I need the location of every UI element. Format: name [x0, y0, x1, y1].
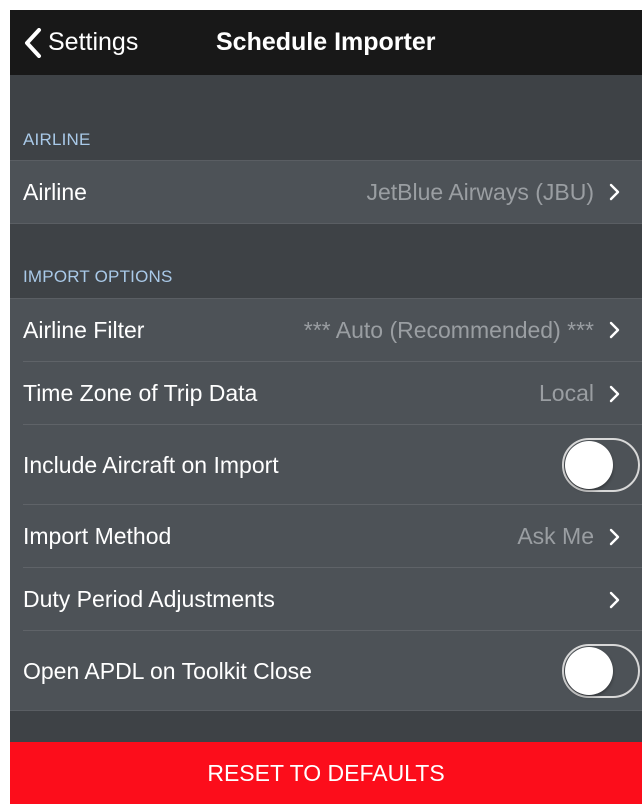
row-duty-period-adjustments[interactable]: Duty Period Adjustments [10, 568, 642, 631]
row-open-apdl: Open APDL on Toolkit Close [10, 631, 642, 711]
toggle-knob [565, 647, 613, 695]
section-header-airline: AIRLINE [23, 130, 91, 149]
row-bottom-border [10, 223, 642, 224]
screen: Settings Schedule Importer AIRLINE Airli… [10, 10, 642, 804]
row-value: *** Auto (Recommended) *** [303, 316, 594, 343]
row-label: Airline Filter [23, 316, 145, 343]
row-top-border [10, 298, 642, 299]
row-label: Duty Period Adjustments [23, 586, 275, 612]
row-label: Open APDL on Toolkit Close [23, 657, 312, 684]
reset-to-defaults-button[interactable]: RESET TO DEFAULTS [10, 742, 642, 804]
toggle-knob [565, 441, 613, 489]
row-airline[interactable]: Airline JetBlue Airways (JBU) [10, 160, 642, 224]
chevron-right-icon [609, 321, 620, 339]
chevron-right-icon [609, 183, 620, 201]
row-airline-filter[interactable]: Airline Filter *** Auto (Recommended) **… [10, 298, 642, 362]
row-label: Airline [23, 178, 87, 205]
row-value: JetBlue Airways (JBU) [366, 178, 594, 205]
back-button[interactable]: Settings [24, 10, 138, 75]
row-label: Time Zone of Trip Data [23, 380, 258, 406]
row-time-zone[interactable]: Time Zone of Trip Data Local [10, 362, 642, 425]
open-apdl-toggle[interactable] [562, 644, 640, 698]
page-title: Schedule Importer [216, 28, 436, 56]
row-top-border [10, 160, 642, 161]
include-aircraft-toggle[interactable] [562, 438, 640, 492]
chevron-right-icon [609, 591, 620, 608]
section-header-import-options: IMPORT OPTIONS [23, 267, 173, 286]
row-bottom-border [10, 710, 642, 711]
row-label: Import Method [23, 523, 172, 549]
chevron-right-icon [609, 385, 620, 402]
row-import-method[interactable]: Import Method Ask Me [10, 505, 642, 568]
row-label: Include Aircraft on Import [23, 451, 279, 478]
row-value: Ask Me [517, 523, 594, 549]
navigation-bar: Settings Schedule Importer [10, 10, 642, 75]
back-label: Settings [48, 28, 139, 56]
chevron-right-icon [609, 528, 620, 545]
chevron-left-icon [25, 27, 41, 58]
row-value: Local [539, 380, 594, 406]
row-include-aircraft: Include Aircraft on Import [10, 425, 642, 505]
